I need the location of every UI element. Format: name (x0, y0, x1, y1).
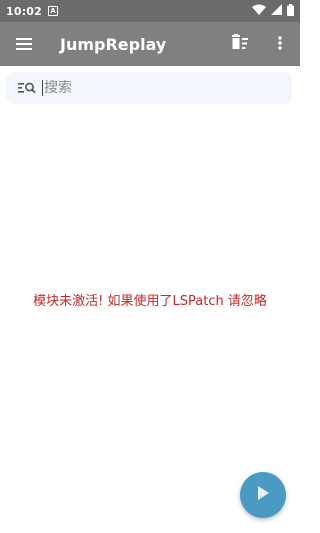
more-vert-icon (278, 35, 282, 54)
text-cursor (42, 80, 43, 96)
notification-a-icon: A (48, 6, 59, 16)
menu-icon (16, 35, 32, 54)
app-bar-actions (220, 22, 300, 66)
module-inactive-message: 模块未激活! 如果使用了LSPatch 请忽略 (33, 294, 267, 309)
delete-sweep-icon (231, 34, 249, 54)
play-fab-button[interactable] (240, 472, 286, 518)
signal-icon (271, 4, 282, 18)
delete-sweep-button[interactable] (220, 22, 260, 66)
app-title: JumpReplay (60, 34, 167, 54)
menu-button[interactable] (0, 22, 48, 66)
search-icon (18, 79, 36, 97)
status-bar: 10:02 A (0, 0, 300, 22)
search-bar[interactable] (6, 72, 292, 104)
battery-icon (287, 3, 294, 19)
app-bar: JumpReplay (0, 22, 300, 66)
status-time: 10:02 (6, 4, 43, 18)
more-options-button[interactable] (260, 22, 300, 66)
search-input[interactable] (44, 80, 264, 96)
status-icons (252, 3, 294, 19)
wifi-icon (252, 4, 266, 18)
play-icon (256, 485, 270, 505)
